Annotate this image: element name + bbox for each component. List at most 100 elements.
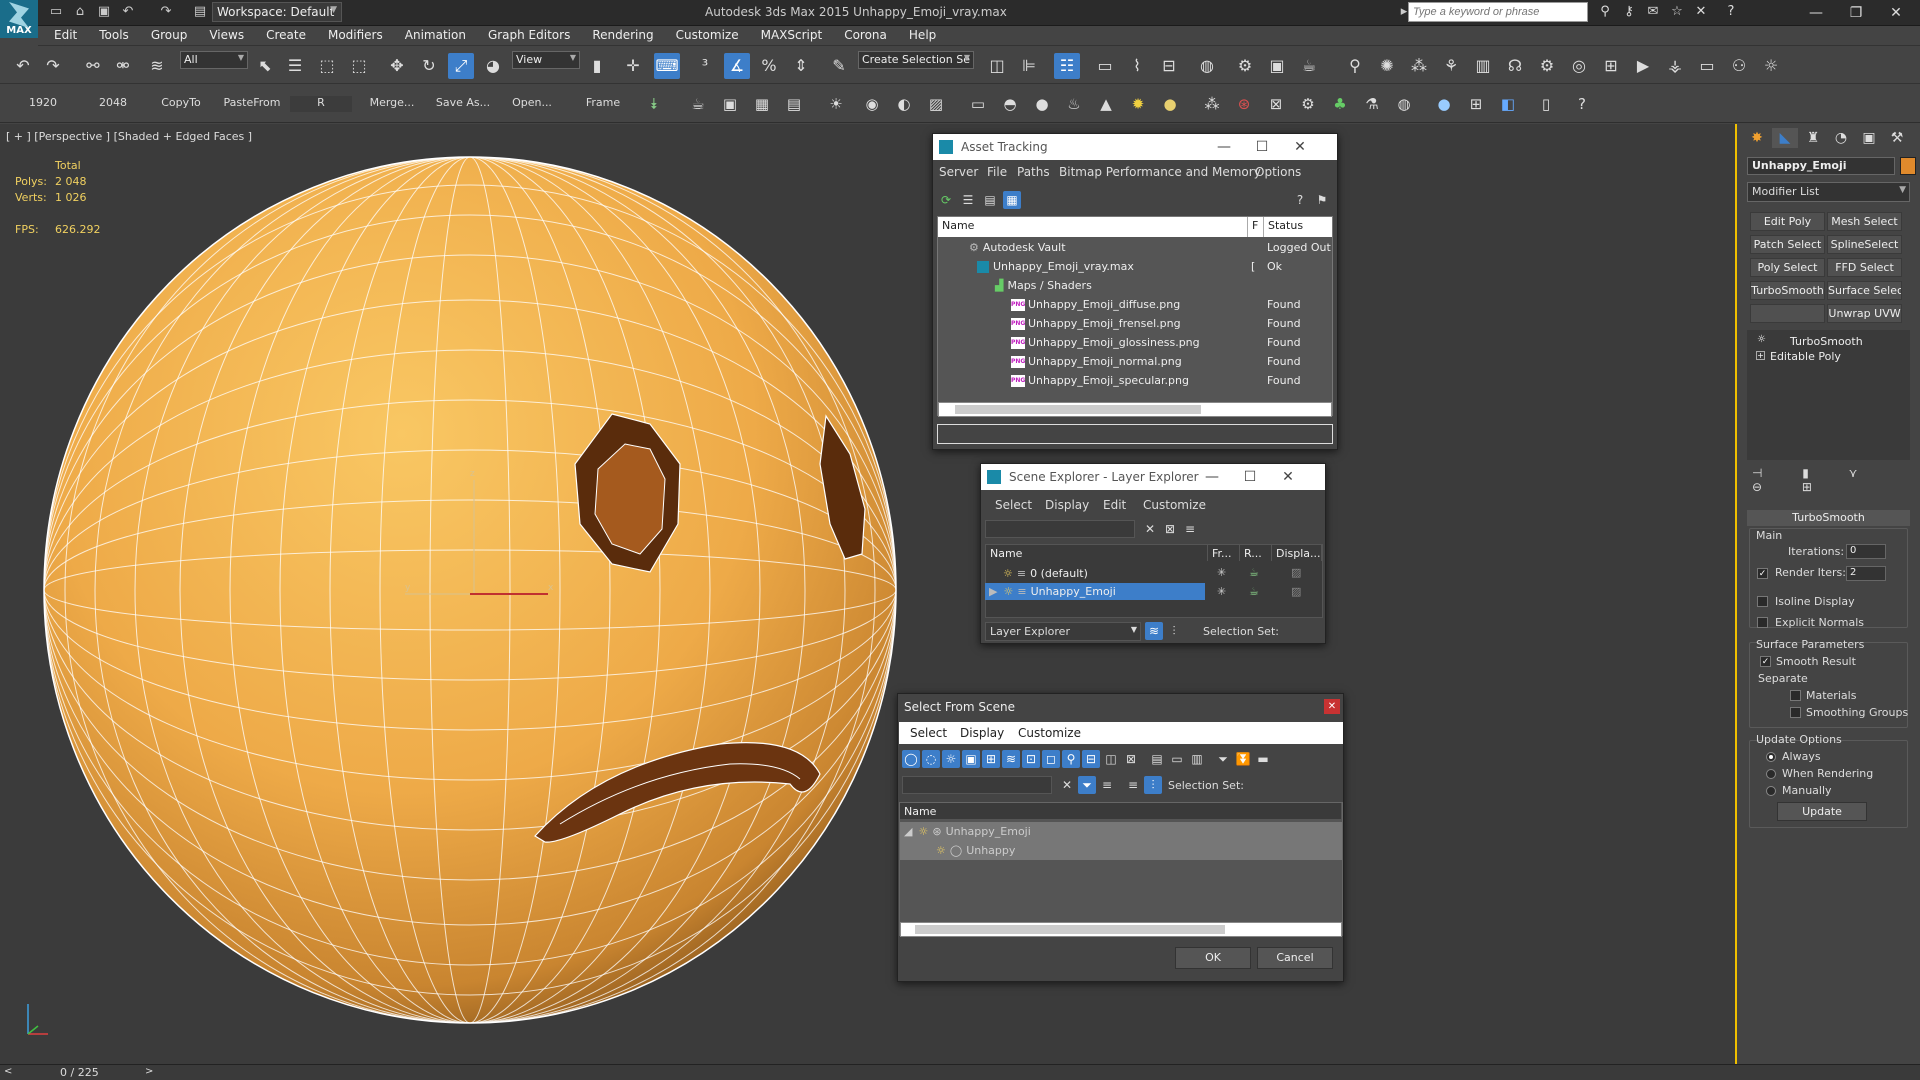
object-name-field[interactable]: Unhappy_Emoji [1747,157,1895,175]
mod-turbosmooth-button[interactable]: TurboSmooth [1750,281,1825,300]
scene-explorer-search-input[interactable] [985,520,1135,538]
mod-ffd-select-button[interactable]: FFD Select [1827,258,1902,277]
select-all-icon[interactable]: ▤ [1148,750,1166,768]
time-slider[interactable] [0,1064,1920,1080]
isoline-checkbox[interactable] [1757,596,1768,607]
merge-button[interactable]: Merge... [366,96,418,112]
col-freeze[interactable]: Fr... [1208,545,1240,561]
hair-icon[interactable]: ♣ [1328,92,1352,116]
keyboard-shortcut-override-icon[interactable]: ⌨ [654,53,680,79]
new-file-icon[interactable]: ▭ [48,4,64,20]
list-icon[interactable]: ☰ [959,191,977,209]
render-frame-icon[interactable]: ▣ [718,92,742,116]
light-bulb-icon[interactable]: ☼ [1758,53,1784,79]
col-render[interactable]: R... [1240,545,1272,561]
col-name[interactable]: Name [938,217,1248,237]
close-icon[interactable]: ✕ [1281,136,1319,158]
sphere-light-icon[interactable]: ● [1030,92,1054,116]
keyword-search-input[interactable] [1408,2,1588,22]
rendered-frame-window-icon[interactable]: ▣ [1264,53,1290,79]
percent-snap-icon[interactable]: % [756,53,782,79]
filter-warps-icon[interactable]: ≋ [1002,750,1020,768]
light-lister-icon[interactable]: ⚲ [1342,53,1368,79]
col-name[interactable]: Name [900,803,1342,819]
menu-display[interactable]: Display [960,726,1004,740]
r-button[interactable]: R [290,96,352,112]
mod-patch-select-button[interactable]: Patch Select [1750,235,1825,254]
ies-light-icon[interactable]: ♨ [1062,92,1086,116]
volume-icon[interactable]: ⚙ [1296,92,1320,116]
selection-filter-dropdown[interactable]: All ▼ [180,51,248,69]
select-invert-icon[interactable]: ▥ [1188,750,1206,768]
refresh-icon[interactable]: ⟳ [937,191,955,209]
layer-manager-icon[interactable]: ☷ [1054,53,1080,79]
col-status[interactable]: Status [1264,217,1332,237]
bulb-icon[interactable]: ☼ [1757,334,1766,345]
filter-xrefs-icon[interactable]: ◻ [1042,750,1060,768]
render-production-icon[interactable]: ☕ [1296,53,1322,79]
info-icon[interactable]: ⚑ [1313,191,1331,209]
layers-icon[interactable]: ≡ [1098,776,1116,794]
scroll-thumb[interactable] [955,405,1201,414]
communication-icon[interactable]: ✉ [1644,4,1662,20]
filter-geometry-icon[interactable]: ◯ [902,750,920,768]
stack-item-editable-poly[interactable]: Editable Poly [1770,350,1841,363]
explorer-mode-dropdown[interactable]: Layer Explorer ▼ [985,622,1141,641]
col-f[interactable]: F [1248,217,1264,237]
ok-button[interactable]: OK [1175,947,1251,969]
select-by-name-icon[interactable]: ☰ [282,53,308,79]
frame-button[interactable]: Frame [578,96,628,112]
menu-help[interactable]: Help [898,26,947,46]
object-props-icon[interactable]: ⊞ [1464,92,1488,116]
app-menu-button[interactable]: MAX [0,0,38,38]
menu-customize[interactable]: Customize [1143,498,1206,512]
object-row[interactable]: ☼ ◯ Unhappy [936,844,1015,857]
display-tab-icon[interactable]: ▣ [1856,128,1882,148]
perspective-viewport[interactable]: z y x [0,124,1737,1064]
filter-groups-icon[interactable]: ⊡ [1022,750,1040,768]
lights-icon[interactable]: ◧ [1496,92,1520,116]
mirror-icon[interactable]: ◫ [984,53,1010,79]
motion-tab-icon[interactable]: ◔ [1828,128,1854,148]
restore-icon[interactable]: ❐ [1836,3,1876,23]
mod-surface-select-button[interactable]: Surface Select [1827,281,1902,300]
explicit-normals-checkbox[interactable] [1757,617,1768,628]
details-icon[interactable]: ▤ [981,191,999,209]
save-file-icon[interactable]: ▣ [96,4,112,20]
col-name[interactable]: Name [986,545,1208,561]
light-include-icon[interactable]: ☀ [824,92,848,116]
help-icon[interactable]: ? [1291,191,1309,209]
open-file-icon[interactable]: ⌂ [72,4,88,20]
menu-select[interactable]: Select [910,726,947,740]
teapot-icon[interactable]: ☕ [686,92,710,116]
close-icon[interactable]: ✕ [1269,466,1307,488]
menu-server[interactable]: Server [939,165,978,179]
freeze-icon[interactable]: ✳ [1217,585,1226,598]
render-iters-checkbox[interactable]: ✓ [1757,568,1768,579]
select-object-icon[interactable]: ⬉ [252,53,278,79]
render-teapot-icon[interactable]: ☕ [1249,566,1259,579]
viewport-label[interactable]: [ + ] [Perspective ] [Shaded + Edged Fac… [6,130,252,143]
sun-icon[interactable]: ✺ [1374,53,1400,79]
stack-item-turbosmooth[interactable]: TurboSmooth [1790,335,1863,348]
filter-shapes-icon[interactable]: ◌ [922,750,940,768]
plane-light-icon[interactable]: ▭ [966,92,990,116]
redo-icon[interactable]: ↷ [158,4,174,20]
glasses-icon[interactable]: ⚇ [1726,53,1752,79]
turbosmooth-rollout-header[interactable]: TurboSmooth [1747,510,1910,526]
manually-radio[interactable] [1766,786,1776,796]
clear-icon[interactable]: ✕ [1141,520,1159,538]
minimize-icon[interactable]: — [1193,466,1231,488]
menu-views[interactable]: Views [198,26,255,46]
named-selection-sets-dropdown[interactable]: Create Selection Se ▼ [858,51,974,69]
window-crossing-icon[interactable]: ⬚ [346,53,372,79]
materials-checkbox[interactable] [1790,690,1801,701]
scene-converter-icon[interactable]: ▯ [1534,92,1558,116]
select-none-icon[interactable]: ▭ [1168,750,1186,768]
help-icon[interactable]: ? [1722,4,1740,20]
hierarchy-mode-icon[interactable]: ⫶ [1165,622,1183,640]
filter-bones-icon[interactable]: ⚲ [1062,750,1080,768]
curve-editor-icon[interactable]: ⌇ [1124,53,1150,79]
layers-mode-icon[interactable]: ≋ [1145,622,1163,640]
panel-icon[interactable]: ▭ [1694,53,1720,79]
